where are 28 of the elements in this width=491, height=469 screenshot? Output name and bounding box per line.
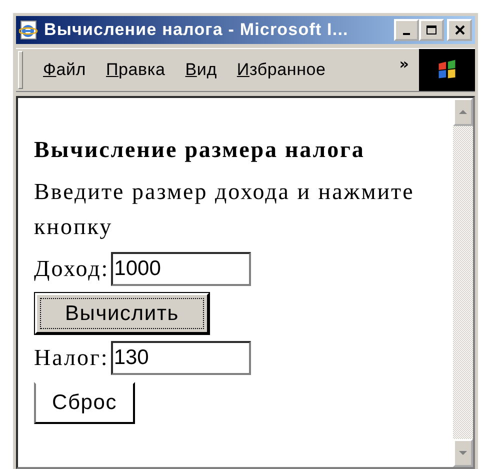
down-arrow-icon	[458, 450, 468, 456]
windows-flag-icon	[436, 59, 458, 81]
instruction-text: Введите размер дохода и нажмите кнопку	[34, 178, 416, 241]
close-button[interactable]	[447, 19, 472, 41]
page-heading: Вычисление размера налога	[34, 136, 366, 164]
maximize-icon	[426, 25, 437, 35]
minimize-icon	[403, 33, 410, 35]
browser-icon	[19, 20, 39, 40]
scroll-up-button[interactable]	[453, 98, 473, 126]
more-menu-button[interactable]: »	[399, 55, 409, 73]
close-icon	[454, 25, 464, 35]
scroll-down-button[interactable]	[453, 439, 473, 467]
field-label: Налог:	[34, 345, 109, 371]
toolbar-grip[interactable]	[18, 51, 23, 89]
calculate-button[interactable]: Вычислить	[35, 293, 210, 334]
reset-button[interactable]: Сброс	[34, 382, 136, 424]
window-title: Вычисление налога - Microsoft I...	[44, 20, 350, 40]
field-label: Доход:	[34, 256, 110, 282]
input-field[interactable]: 1000	[111, 252, 252, 286]
up-arrow-icon	[458, 109, 468, 115]
vertical-scrollbar[interactable]	[453, 98, 473, 467]
maximize-button[interactable]	[419, 19, 444, 41]
menu-item[interactable]: Вид	[175, 60, 227, 80]
menu-item[interactable]: Файл	[33, 60, 96, 80]
input-field[interactable]: 130	[110, 341, 251, 375]
menu-item[interactable]: Избранное	[226, 60, 336, 80]
minimize-button[interactable]	[394, 19, 419, 41]
menu-item[interactable]: Правка	[96, 60, 176, 80]
